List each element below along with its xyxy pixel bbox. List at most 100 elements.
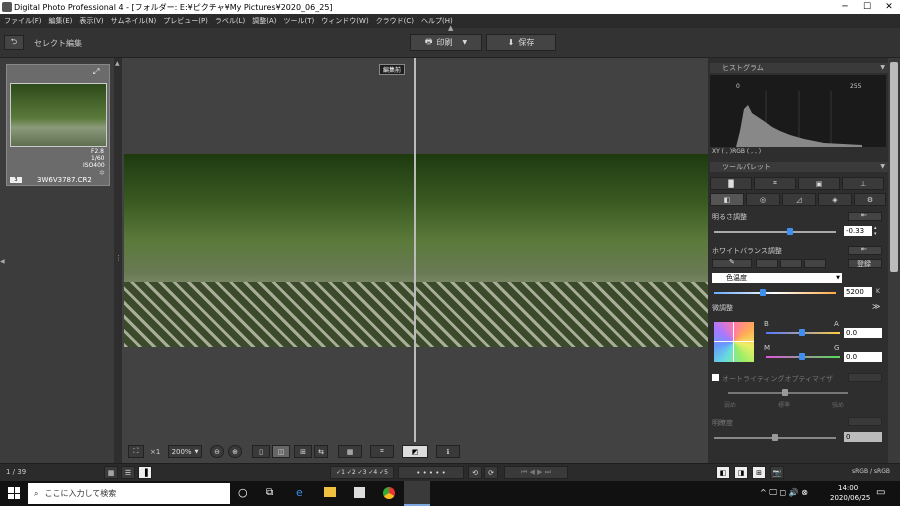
fit-screen-button[interactable]: ⛶ xyxy=(128,445,144,458)
brightness-input[interactable]: -0.33 xyxy=(844,226,872,236)
clarity-input[interactable]: 0 xyxy=(844,432,882,442)
menu-file[interactable]: ファイル(F) xyxy=(4,16,42,26)
collapse-up-icon[interactable]: ▲ xyxy=(448,24,453,32)
wb-register-button[interactable]: 登録 xyxy=(848,259,882,268)
wb-temp-knob[interactable] xyxy=(759,289,766,296)
mg-knob[interactable] xyxy=(799,353,805,360)
panel-left-arrow-icon[interactable]: ◀ xyxy=(0,258,5,265)
store-icon[interactable] xyxy=(354,487,365,498)
thumbnail-card[interactable]: ⤢ F2.8 1/60 ISO400 ✲ 3 3W6V3787.CR2 xyxy=(6,64,110,186)
task-view-icon[interactable]: ⧉ xyxy=(266,487,273,498)
panel-layout-1-button[interactable]: ◧ xyxy=(716,466,730,479)
star-rating[interactable]: • • • • • xyxy=(398,466,464,479)
chrome-icon[interactable] xyxy=(383,487,395,499)
menu-cloud[interactable]: クラウド(C) xyxy=(376,16,414,26)
edge-icon[interactable]: e xyxy=(296,486,303,499)
menu-adjust[interactable]: 調整(A) xyxy=(252,16,276,26)
menu-edit[interactable]: 編集(E) xyxy=(49,16,73,26)
menu-preview[interactable]: プレビュー(P) xyxy=(163,16,208,26)
panel-layout-3-button[interactable]: ⊞ xyxy=(752,466,766,479)
wb-preset-3[interactable] xyxy=(804,259,826,268)
rotate-left-button[interactable]: ⟲ xyxy=(468,466,482,479)
camera-button[interactable]: 📷 xyxy=(770,466,784,479)
af-point-button[interactable]: ⌗ xyxy=(370,445,394,458)
expand-icon[interactable]: ⤢ xyxy=(93,67,99,77)
tray-icons[interactable]: ^ 🖵 ◻ 🔊 ⊗ xyxy=(760,488,808,498)
stepper-icon[interactable]: ▴ ▾ xyxy=(874,225,877,237)
brightness-slider[interactable] xyxy=(714,231,836,233)
scroll-thumb[interactable] xyxy=(890,62,898,272)
ba-input[interactable]: 0.0 xyxy=(844,328,882,338)
tab-crop[interactable]: ⌗ xyxy=(754,177,796,190)
maximize-button[interactable]: ☐ xyxy=(856,0,878,14)
collapse-icon[interactable]: ≫ xyxy=(872,302,880,311)
wb-reset-button[interactable]: ⇤ xyxy=(848,245,882,255)
zoom-1x-button[interactable]: ×1 xyxy=(150,448,160,456)
file-explorer-icon[interactable] xyxy=(324,487,336,497)
tab-settings[interactable]: ⚙ xyxy=(854,193,886,206)
wb-preset-2[interactable] xyxy=(780,259,802,268)
notification-icon[interactable]: ▭ xyxy=(876,487,885,498)
wb-mode-select[interactable]: 色温度 ▼ xyxy=(712,273,842,283)
cortana-icon[interactable]: ○ xyxy=(238,486,248,499)
histogram-header[interactable]: ヒストグラム ▼ xyxy=(710,63,888,73)
tab-detail[interactable]: ◎ xyxy=(746,193,780,206)
sync-button[interactable]: ⇆ xyxy=(314,445,328,458)
back-button[interactable]: ⮌ xyxy=(4,35,24,50)
menu-window[interactable]: ウィンドウ(W) xyxy=(321,16,368,26)
zoom-select[interactable]: 200% ▼ xyxy=(168,445,202,458)
rating-buttons[interactable]: ✓1 ✓2 ✓3 ✓4 ✓5 xyxy=(330,466,394,479)
wb-eyedropper-button[interactable]: ✎ xyxy=(712,258,752,268)
wb-temp-slider[interactable] xyxy=(714,292,836,294)
color-wheel[interactable] xyxy=(714,322,754,362)
auto-lighting-knob[interactable] xyxy=(782,389,788,396)
tool-palette-header[interactable]: ツールパレット ▼ xyxy=(710,162,888,172)
windows-start-icon[interactable] xyxy=(8,487,20,499)
single-view-button[interactable]: ▯ xyxy=(252,445,270,458)
tab-raw-adjust[interactable]: ▐▌ xyxy=(710,177,752,190)
rotate-right-button[interactable]: ⟳ xyxy=(484,466,498,479)
thumb-strip-button[interactable]: ▐ xyxy=(138,466,152,479)
zoom-out-button[interactable]: ⊖ xyxy=(210,445,224,458)
wb-temp-input[interactable]: 5200 xyxy=(844,287,872,297)
ba-knob[interactable] xyxy=(799,329,805,336)
close-button[interactable]: ✕ xyxy=(878,0,900,14)
zoom-in-button[interactable]: ⊕ xyxy=(228,445,242,458)
brightness-reset-button[interactable]: ⇤ xyxy=(848,211,882,221)
panel-layout-2-button[interactable]: ◨ xyxy=(734,466,748,479)
grid-view-button[interactable]: ⊞ xyxy=(294,445,312,458)
tab-image[interactable]: ▣ xyxy=(798,177,840,190)
nav-buttons[interactable]: ⏮ ◀ ▶ ⏭ xyxy=(504,466,568,479)
menu-view[interactable]: 表示(V) xyxy=(79,16,103,26)
split-view-button[interactable]: ◫ xyxy=(272,445,290,458)
clarity-reset-button[interactable] xyxy=(848,417,882,426)
auto-lighting-checkbox[interactable] xyxy=(712,374,719,381)
brightness-knob[interactable] xyxy=(786,228,793,235)
menu-thumbnail[interactable]: サムネイル(N) xyxy=(111,16,157,26)
thumb-grid-small-button[interactable]: ☰ xyxy=(121,466,135,479)
mg-input[interactable]: 0.0 xyxy=(844,352,882,362)
tab-basic[interactable]: ◧ xyxy=(710,193,744,206)
tab-color[interactable]: ◈ xyxy=(818,193,852,206)
info-button[interactable]: ℹ xyxy=(436,445,460,458)
minimize-button[interactable]: ─ xyxy=(834,0,856,14)
save-button[interactable]: ⬇ 保存 xyxy=(486,34,556,51)
clarity-knob[interactable] xyxy=(772,434,778,441)
before-after-button[interactable]: ◩ xyxy=(402,445,428,458)
taskbar-search[interactable]: ⌕ ここに入力して検索 xyxy=(28,483,230,504)
wb-preset-1[interactable] xyxy=(756,259,778,268)
print-button[interactable]: 🖶 印刷 ▼ xyxy=(410,34,482,51)
left-scrollbar[interactable]: ▲ ⋮ xyxy=(114,58,122,463)
auto-lighting-reset-button[interactable] xyxy=(848,373,882,382)
check-badge[interactable]: 3 xyxy=(10,177,22,183)
auto-lighting-slider[interactable] xyxy=(728,392,848,394)
menu-label[interactable]: ラベル(L) xyxy=(215,16,245,26)
menu-tools[interactable]: ツール(T) xyxy=(284,16,315,26)
dpp-taskbar-icon[interactable] xyxy=(404,481,430,506)
tab-stamp[interactable]: ⊥ xyxy=(842,177,884,190)
scroll-up-icon[interactable]: ▲ xyxy=(115,60,121,68)
thumb-grid-large-button[interactable]: ▦ xyxy=(104,466,118,479)
grid-overlay-button[interactable]: ▦ xyxy=(338,445,362,458)
tab-tone-curve[interactable]: ◿ xyxy=(782,193,816,206)
panel-splitter-icon[interactable]: ⋮ xyxy=(115,254,122,262)
